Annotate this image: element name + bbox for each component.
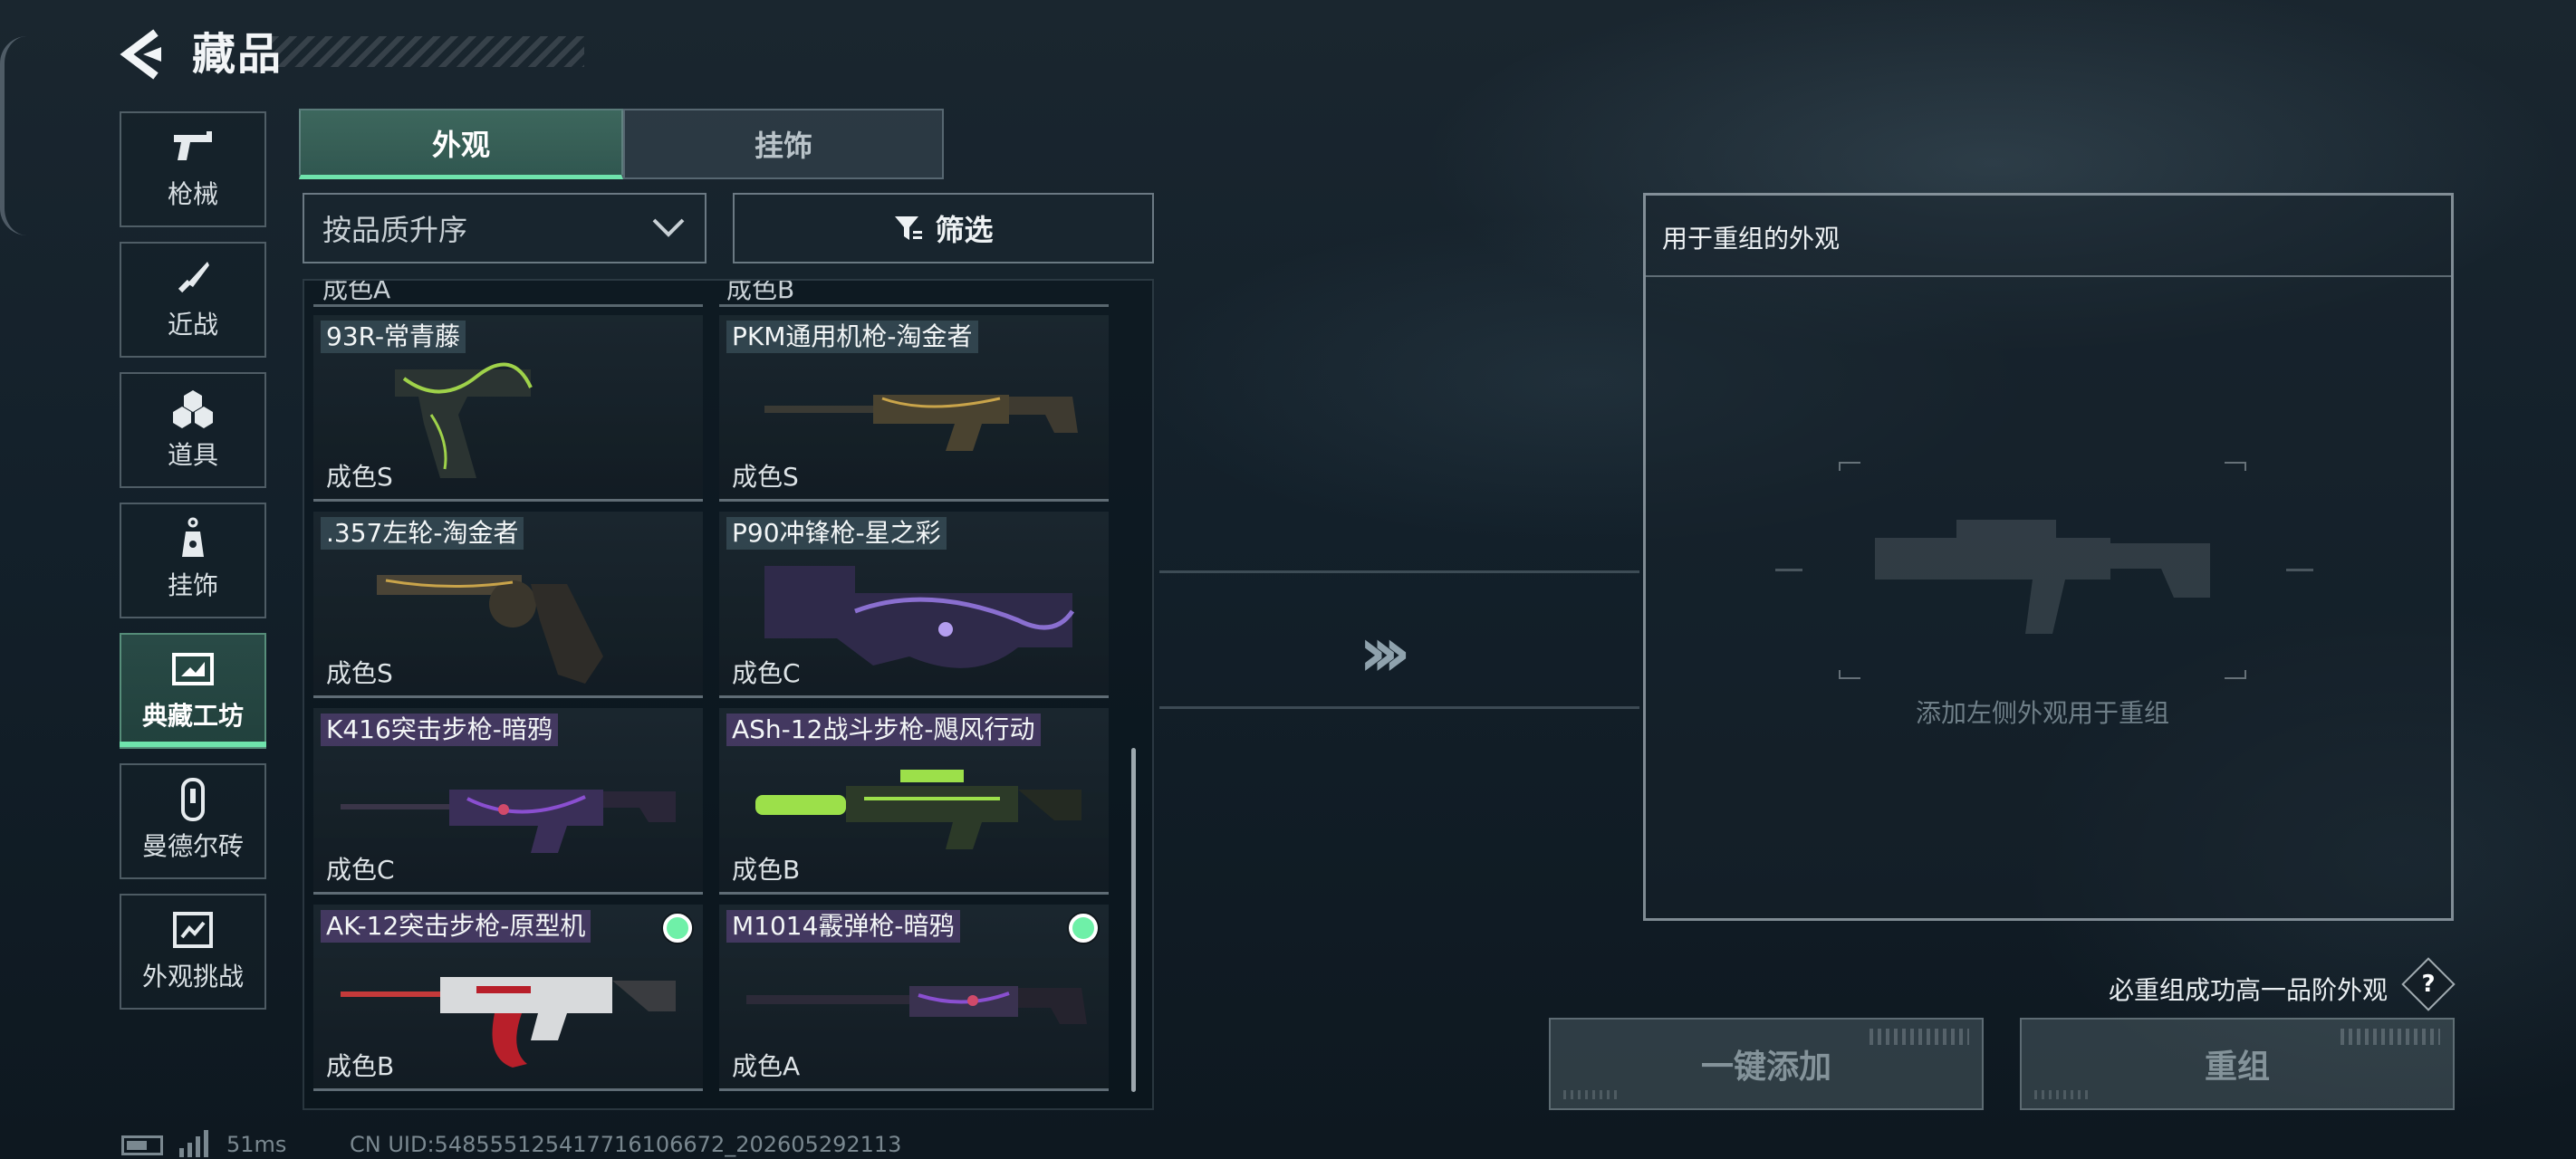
partial-card-grade: 成色B <box>726 279 795 304</box>
button-texture <box>2034 1090 2089 1099</box>
skin-card[interactable]: PKM通用机枪-淘金者 成色S <box>719 315 1109 502</box>
slot-tick <box>2286 569 2313 571</box>
skin-card[interactable]: .357左轮-淘金者 成色S <box>313 512 703 698</box>
skin-name: M1014霰弹枪-暗鸦 <box>726 910 960 943</box>
button-texture <box>2341 1029 2440 1045</box>
skin-card[interactable]: M1014霰弹枪-暗鸦 成色A <box>719 905 1109 1091</box>
charm-icon <box>170 517 216 559</box>
page-title: 藏品 <box>192 29 284 80</box>
nav-item-items[interactable]: 道具 <box>120 372 266 488</box>
skin-grade: 成色S <box>732 462 799 492</box>
slot-tick <box>1775 569 1802 571</box>
reassemble-button-label: 重组 <box>2204 1049 2270 1086</box>
nav-item-mandel-brick[interactable]: 曼德尔砖 <box>120 763 266 879</box>
nav-item-label: 外观挑战 <box>141 962 244 991</box>
workshop-icon <box>170 649 216 689</box>
skin-name: P90冲锋枪-星之彩 <box>726 517 947 550</box>
skin-grade: 成色C <box>732 658 801 688</box>
add-button-label: 一键添加 <box>1700 1049 1831 1086</box>
nav-item-label: 挂饰 <box>167 570 218 600</box>
nav-item-workshop[interactable]: 典藏工坊 <box>120 633 266 749</box>
card-divider <box>719 304 1109 307</box>
nav-item-guns[interactable]: 枪械 <box>120 111 266 227</box>
skin-name: K416突击步枪-暗鸦 <box>321 714 558 746</box>
reassemble-button[interactable]: 重组 <box>2020 1018 2455 1110</box>
nav-item-label: 道具 <box>167 440 218 470</box>
triple-chevron-icon: ››› <box>1359 611 1411 692</box>
nav-item-label: 曼德尔砖 <box>141 831 244 861</box>
grenade-icon <box>170 388 216 428</box>
title-stripes-decoration <box>272 36 584 67</box>
rifle-placeholder-icon <box>1839 462 2246 679</box>
help-glyph: ? <box>2421 971 2436 998</box>
filter-icon <box>895 216 923 240</box>
chevron-down-icon <box>652 218 685 237</box>
grid-scrollbar[interactable] <box>1131 748 1136 1092</box>
skin-grid[interactable]: 成色A 成色B 93R-常青藤 成色S PKM通用机枪-淘金者 成色S .357… <box>303 279 1154 1110</box>
nav-active-indicator <box>120 742 266 747</box>
reassembly-hint: 添加左侧外观用于重组 <box>1915 698 2169 728</box>
partial-card-grade: 成色A <box>322 279 391 304</box>
tab-skins[interactable]: 外观 <box>299 109 623 179</box>
skin-grade: 成色B <box>732 855 801 885</box>
sort-value: 按品质升序 <box>322 213 468 247</box>
skin-name: .357左轮-淘金者 <box>321 517 524 550</box>
skin-grade: 成色S <box>326 658 393 688</box>
button-texture <box>1563 1090 1618 1099</box>
signal-icon <box>179 1130 208 1157</box>
brick-icon <box>170 778 216 821</box>
nav-item-skin-challenge[interactable]: 外观挑战 <box>120 894 266 1010</box>
skin-card[interactable]: K416突击步枪-暗鸦 成色C <box>313 708 703 895</box>
filter-button[interactable]: 筛选 <box>733 193 1154 263</box>
edge-arc-decoration <box>0 36 27 235</box>
skin-name: ASh-12战斗步枪-飓风行动 <box>726 714 1041 746</box>
battery-icon <box>121 1135 163 1155</box>
ping-text: 51ms <box>226 1132 287 1157</box>
skin-card[interactable]: P90冲锋枪-星之彩 成色C <box>719 512 1109 698</box>
challenge-icon <box>170 910 216 950</box>
deco-line <box>1159 706 1639 709</box>
nav-item-charms[interactable]: 挂饰 <box>120 503 266 618</box>
knife-icon <box>170 258 216 298</box>
sort-dropdown[interactable]: 按品质升序 <box>303 193 706 263</box>
nav-item-label: 典藏工坊 <box>141 701 244 731</box>
card-divider <box>313 304 703 307</box>
filter-label: 筛选 <box>935 213 994 247</box>
deco-line <box>1159 570 1639 573</box>
skin-grade: 成色A <box>732 1051 801 1081</box>
selected-indicator <box>1069 914 1098 943</box>
skin-card[interactable]: ASh-12战斗步枪-飓风行动 成色B <box>719 708 1109 895</box>
button-texture <box>1870 1029 1969 1045</box>
nav-item-label: 枪械 <box>167 179 218 209</box>
skin-grade: 成色B <box>326 1051 395 1081</box>
skin-card[interactable]: 93R-常青藤 成色S <box>313 315 703 502</box>
tab-charms[interactable]: 挂饰 <box>623 109 944 179</box>
nav-item-melee[interactable]: 近战 <box>120 242 266 358</box>
help-icon[interactable]: ? <box>2401 957 2456 1011</box>
skin-grade: 成色S <box>326 462 393 492</box>
one-click-add-button[interactable]: 一键添加 <box>1549 1018 1984 1110</box>
skin-grade: 成色C <box>326 855 395 885</box>
guarantee-text: 必重组成功高一品阶外观 <box>2109 975 2389 1005</box>
skin-name: AK-12突击步枪-原型机 <box>321 910 591 943</box>
selected-indicator <box>663 914 692 943</box>
back-arrow-icon[interactable] <box>120 27 165 81</box>
reassembly-header: 用于重组的外观 <box>1646 196 2451 277</box>
nav-item-label: 近战 <box>167 310 218 340</box>
skin-card[interactable]: AK-12突击步枪-原型机 成色B <box>313 905 703 1091</box>
uid-text: CN UID:548555125417716106672_20260529211… <box>350 1132 902 1157</box>
skin-name: 93R-常青藤 <box>321 321 466 353</box>
skin-name: PKM通用机枪-淘金者 <box>726 321 978 353</box>
pistol-icon <box>170 128 216 168</box>
